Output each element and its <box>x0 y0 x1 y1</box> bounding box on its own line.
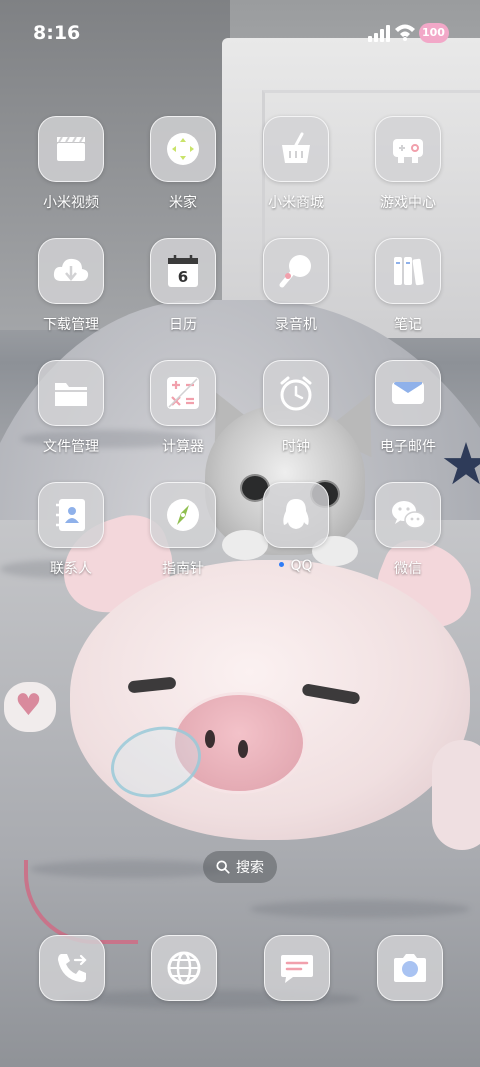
envelope-icon <box>392 382 424 404</box>
app-compass[interactable]: 指南针 <box>133 482 233 578</box>
phone-icon <box>58 954 87 983</box>
mijia-icon <box>167 133 199 165</box>
app-xiaomi-store[interactable]: 小米商城 <box>246 116 346 212</box>
app-label-text: QQ <box>290 558 313 574</box>
app-label: 指南针 <box>162 561 204 577</box>
search-label: 搜索 <box>236 860 264 876</box>
app-clock[interactable]: 时钟 <box>246 360 346 456</box>
app-label: 联系人 <box>50 561 92 577</box>
app-label: 小米商城 <box>268 195 324 211</box>
app-mijia[interactable]: 米家 <box>133 116 233 212</box>
search-button[interactable]: 搜索 <box>203 851 277 883</box>
app-wechat[interactable]: 微信 <box>358 482 458 578</box>
app-file-manager[interactable]: 文件管理 <box>21 360 121 456</box>
app-label: 计算器 <box>162 439 204 455</box>
camera-icon <box>394 954 426 982</box>
notebooks-icon <box>394 257 424 286</box>
dock-phone[interactable] <box>39 935 105 1001</box>
heart-sticker <box>4 682 56 732</box>
contact-book-icon <box>56 499 85 531</box>
app-recorder[interactable]: 录音机 <box>246 238 346 334</box>
app-label: 微信 <box>394 561 422 577</box>
app-xiaomi-video[interactable]: 小米视频 <box>21 116 121 212</box>
app-label: 小米视频 <box>43 195 99 211</box>
status-time: 8:16 <box>33 22 81 44</box>
shopping-basket-icon <box>282 132 310 163</box>
battery-level: 100 <box>422 26 445 39</box>
app-label: 录音机 <box>275 317 317 333</box>
new-install-dot <box>279 562 285 567</box>
app-label: 文件管理 <box>43 439 99 455</box>
dock-browser[interactable] <box>151 935 217 1001</box>
alarm-clock-icon <box>280 376 312 411</box>
globe-icon <box>167 951 201 985</box>
app-label: QQ <box>246 558 346 574</box>
app-label: 电子邮件 <box>380 439 436 455</box>
app-game-center[interactable]: 游戏中心 <box>358 116 458 212</box>
microphone-icon <box>279 255 311 288</box>
app-label: 米家 <box>169 195 197 211</box>
signal-icon <box>368 24 390 42</box>
dock-messages[interactable] <box>264 935 330 1001</box>
app-contacts[interactable]: 联系人 <box>21 482 121 578</box>
message-icon <box>281 955 313 983</box>
calculator-icon <box>167 377 199 409</box>
app-label: 下载管理 <box>43 317 99 333</box>
app-calendar[interactable]: 6 日历 <box>133 238 233 334</box>
app-downloads[interactable]: 下载管理 <box>21 238 121 334</box>
gamepad-icon <box>393 139 423 163</box>
app-label: 游戏中心 <box>380 195 436 211</box>
app-notes[interactable]: 笔记 <box>358 238 458 334</box>
calendar-icon: 6 <box>168 255 198 287</box>
battery-icon: 100 <box>419 21 451 45</box>
wifi-icon <box>394 22 416 42</box>
app-label: 笔记 <box>394 317 422 333</box>
app-label: 日历 <box>169 317 197 333</box>
qq-penguin-icon <box>283 499 309 529</box>
dock-camera[interactable] <box>377 935 443 1001</box>
compass-icon <box>167 499 199 531</box>
cloud-download-icon <box>53 258 89 281</box>
app-label: 时钟 <box>282 439 310 455</box>
status-bar: 8:16 100 <box>0 0 480 68</box>
calendar-day: 6 <box>178 268 188 286</box>
app-email[interactable]: 电子邮件 <box>358 360 458 456</box>
app-qq[interactable]: QQ <box>246 482 346 574</box>
app-calculator[interactable]: 计算器 <box>133 360 233 456</box>
folder-icon <box>55 383 87 406</box>
search-icon <box>216 860 230 874</box>
clapperboard-icon <box>57 136 85 161</box>
wechat-icon <box>392 501 426 529</box>
